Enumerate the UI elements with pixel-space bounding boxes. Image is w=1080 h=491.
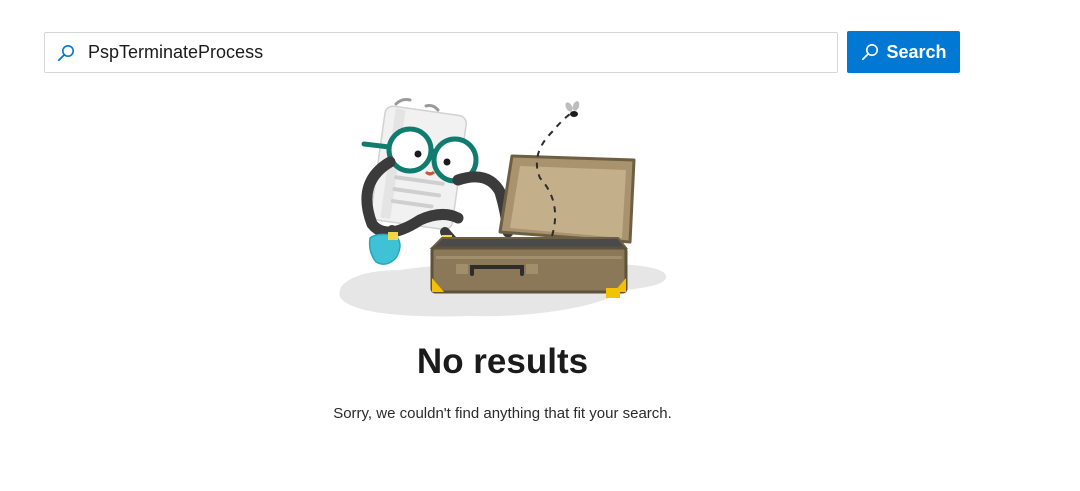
search-results-page: Search [0, 0, 1080, 491]
search-icon [56, 43, 76, 63]
search-box[interactable] [44, 32, 838, 73]
search-input[interactable] [88, 33, 837, 72]
search-icon [860, 42, 880, 62]
no-results-message: Sorry, we couldn't find anything that fi… [333, 405, 672, 422]
search-button-label: Search [886, 41, 947, 62]
no-results-illustration [330, 92, 675, 324]
search-button[interactable]: Search [847, 31, 960, 73]
no-results-title: No results [416, 342, 589, 381]
